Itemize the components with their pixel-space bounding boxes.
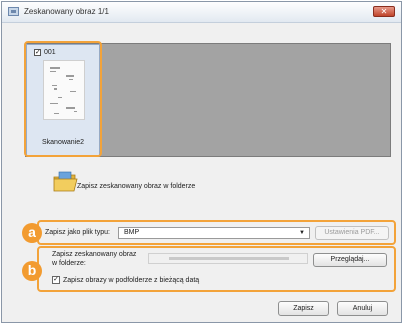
save-in-folder-label: Zapisz zeskanowany obraz w folderze [77, 183, 196, 190]
chevron-down-icon: ▼ [299, 230, 305, 236]
folder-path-redacted [169, 257, 289, 260]
thumbnail-highlight [24, 41, 102, 157]
folder-icon[interactable] [53, 171, 79, 195]
subfolder-checkbox[interactable]: ✓ [52, 276, 60, 284]
title-bar[interactable]: Zeskanowany obraz 1/1 ✕ [2, 2, 401, 23]
file-type-label: Zapisz jako plik typu: [45, 229, 110, 236]
marker-a: a [22, 223, 42, 243]
folder-label-line1: Zapisz zeskanowany obraz [52, 251, 137, 258]
pdf-settings-button[interactable]: Ustawienia PDF... [315, 226, 389, 240]
subfolder-label: Zapisz obrazy w podfolderze z bieżącą da… [63, 277, 200, 284]
marker-b: b [22, 261, 42, 281]
file-type-value: BMP [124, 229, 140, 236]
window-title: Zeskanowany obraz 1/1 [24, 7, 109, 16]
browse-button[interactable]: Przeglądaj... [313, 253, 387, 267]
close-button[interactable]: ✕ [373, 6, 395, 17]
folder-label-line2: w folderze: [52, 260, 86, 267]
cancel-button[interactable]: Anuluj [337, 301, 388, 316]
window-icon [8, 7, 19, 16]
folder-path-field [148, 253, 308, 264]
save-button[interactable]: Zapisz [278, 301, 329, 316]
file-type-select[interactable]: BMP ▼ [118, 227, 310, 239]
